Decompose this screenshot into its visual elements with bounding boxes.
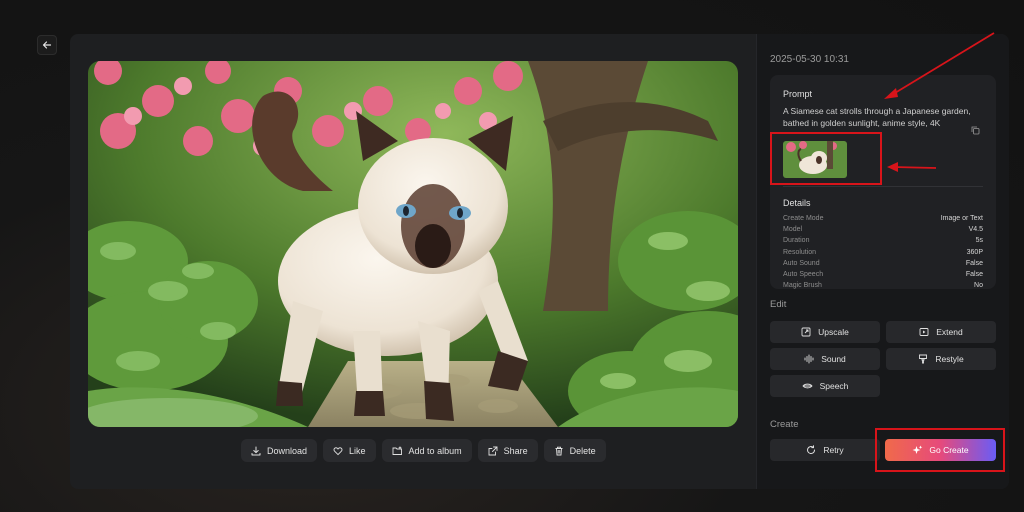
details-list: Create Mode Image or Text Model V4.5 Durat… [783,213,983,289]
detail-value: Image or Text [940,215,983,222]
waveform-icon [804,354,814,364]
detail-row: Model V4.5 [783,224,983,235]
info-card: Prompt A Siamese cat strolls through a J… [770,75,996,289]
sound-label: Sound [821,354,846,364]
speech-label: Speech [819,381,849,391]
reference-image-thumbnail[interactable] [783,141,847,178]
media-action-bar: Download Like Add to album Share Delete [241,439,606,462]
detail-row: Resolution 360P [783,247,983,258]
detail-value: False [965,259,983,267]
detail-key: Resolution [783,248,817,256]
share-label: Share [503,445,528,456]
lips-icon [802,383,813,389]
go-create-button[interactable]: Go Create [885,439,996,461]
edit-section-title: Edit [770,299,787,310]
extend-label: Extend [936,327,963,337]
go-create-label: Go Create [929,445,969,455]
prompt-text: A Siamese cat strolls through a Japanese… [783,106,971,128]
brush-icon [919,354,928,364]
detail-value: 5s [975,237,983,245]
retry-label: Retry [823,445,844,455]
detail-value: False [965,270,983,278]
arrow-left-icon [42,41,52,49]
folder-plus-icon [392,446,402,455]
card-divider [783,186,983,187]
speech-button[interactable]: Speech [770,375,880,397]
video-preview[interactable] [88,61,738,427]
add-to-album-button[interactable]: Add to album [381,439,472,462]
upscale-label: Upscale [818,327,849,337]
detail-panel: Download Like Add to album Share Delete … [70,34,1009,489]
trash-icon [555,446,563,455]
extend-button[interactable]: Extend [886,321,996,343]
detail-row: Duration 5s [783,235,983,246]
creation-date: 2025-05-30 10:31 [770,54,849,65]
restyle-label: Restyle [935,354,964,364]
create-section-title: Create [770,419,799,430]
back-button[interactable] [37,35,57,55]
delete-button[interactable]: Delete [543,439,606,462]
detail-row: Magic Brush No [783,280,983,289]
detail-key: Auto Sound [783,259,820,267]
detail-row: Create Mode Image or Text [783,213,983,224]
detail-row: Auto Speech False [783,269,983,280]
info-sidebar: 2025-05-30 10:31 Prompt A Siamese cat st… [756,34,1009,489]
download-button[interactable]: Download [241,439,318,462]
sound-button[interactable]: Sound [770,348,880,370]
delete-label: Delete [569,445,596,456]
upscale-icon [801,327,811,337]
copy-prompt-button[interactable] [971,126,980,135]
detail-key: Magic Brush [783,282,822,289]
refresh-icon [807,445,816,455]
detail-row: Auto Sound False [783,258,983,269]
restyle-button[interactable]: Restyle [886,348,996,370]
detail-key: Auto Speech [783,270,824,278]
retry-button[interactable]: Retry [770,439,880,461]
prompt-title: Prompt [783,89,813,99]
like-button[interactable]: Like [323,439,376,462]
upscale-button[interactable]: Upscale [770,321,880,343]
download-icon [251,446,261,455]
detail-key: Model [783,226,803,234]
download-label: Download [267,445,308,456]
sparkle-icon [912,445,923,454]
heart-icon [333,446,343,455]
copy-icon [971,126,980,135]
like-label: Like [349,445,366,456]
detail-value: 360P [966,248,983,256]
share-icon [488,446,498,455]
detail-key: Create Mode [783,215,824,222]
detail-value: No [974,282,983,289]
details-title: Details [783,198,811,208]
detail-key: Duration [783,237,810,245]
add-to-album-label: Add to album [408,445,462,456]
detail-value: V4.5 [968,226,983,234]
share-button[interactable]: Share [477,439,538,462]
extend-icon [919,328,929,336]
